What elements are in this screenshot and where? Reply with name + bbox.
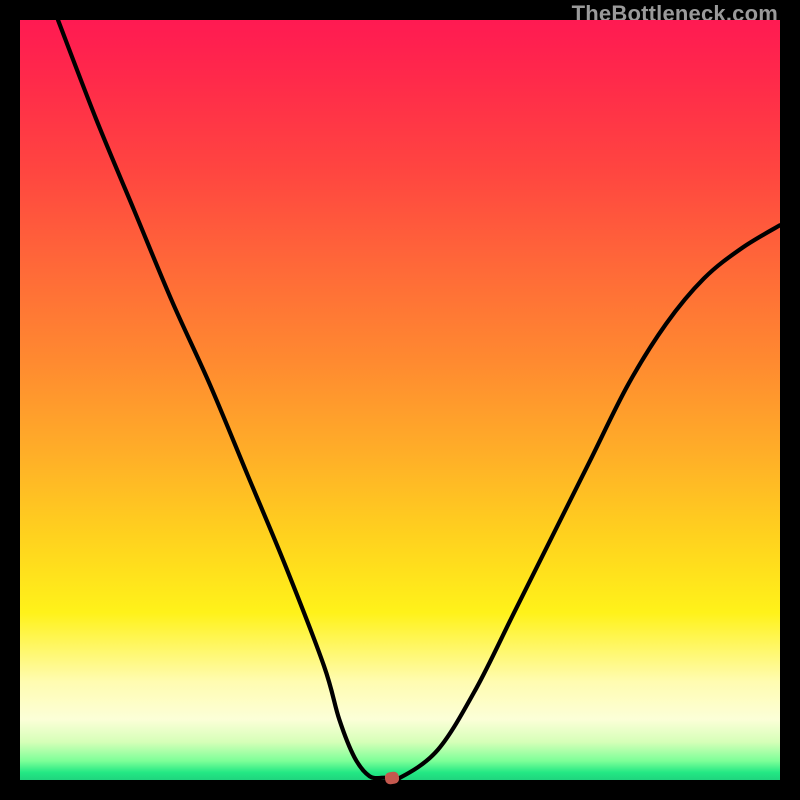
bottleneck-curve — [20, 20, 780, 780]
chart-frame: TheBottleneck.com — [0, 0, 800, 800]
minimum-marker — [385, 771, 401, 785]
plot-area — [20, 20, 780, 780]
